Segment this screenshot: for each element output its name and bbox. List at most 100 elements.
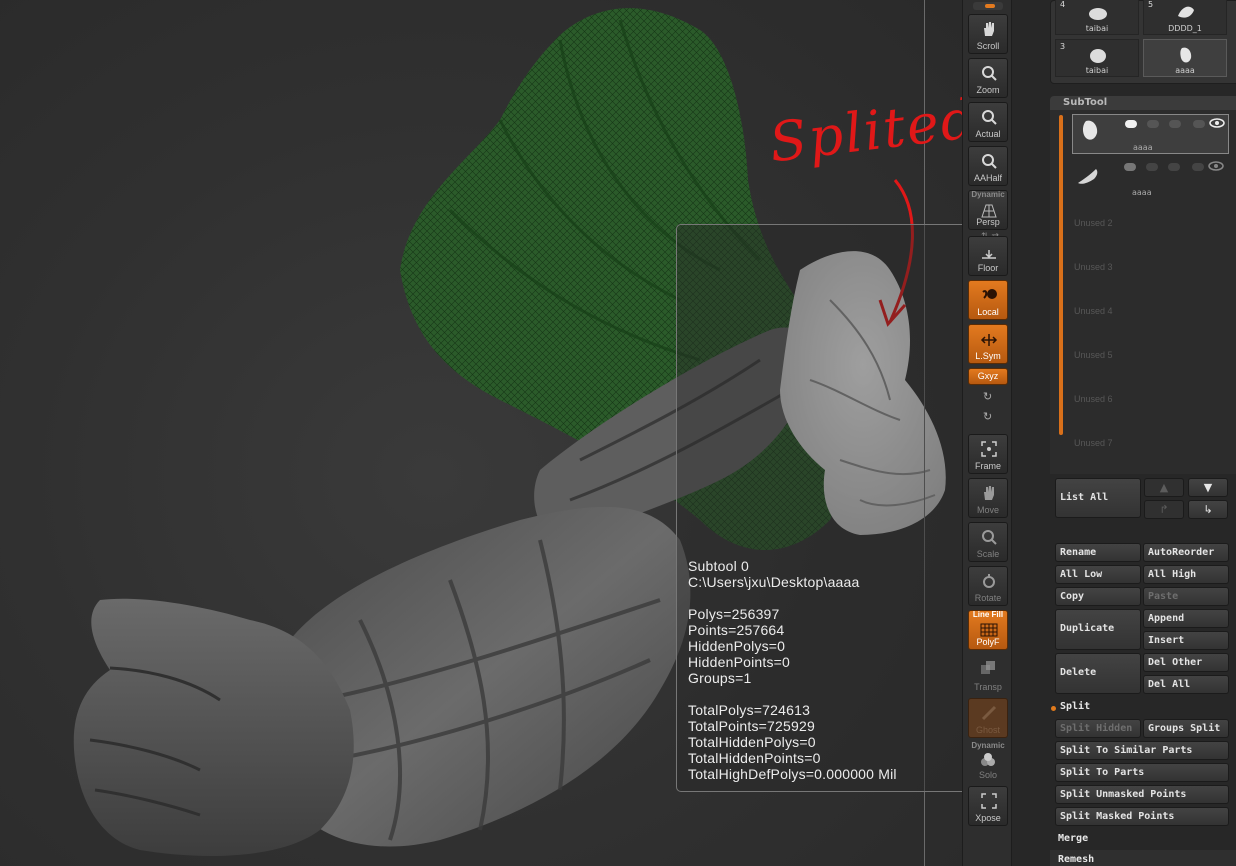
persp-button[interactable]: Dynamic Persp xyxy=(968,190,1008,230)
info-hidden-points: HiddenPoints=0 xyxy=(688,654,791,670)
info-total-polys: TotalPolys=724613 xyxy=(688,702,811,718)
model-thumbnail-icon xyxy=(1078,169,1098,184)
material-icon[interactable] xyxy=(1146,163,1158,171)
subtool-slot-unused[interactable]: Unused 3 xyxy=(1074,262,1113,272)
del-other-button[interactable]: Del Other xyxy=(1143,653,1229,672)
subtool-slot-unused[interactable]: Unused 5 xyxy=(1074,350,1113,360)
frame-icon xyxy=(981,441,997,457)
transp-button[interactable]: Transp xyxy=(968,654,1008,694)
floor-button[interactable]: Floor xyxy=(968,236,1008,276)
scroll-button[interactable]: Scroll xyxy=(968,14,1008,54)
info-total-points: TotalPoints=725929 xyxy=(688,718,815,734)
move-up-button[interactable]: ▲ xyxy=(1144,478,1184,497)
solo-button[interactable]: Dynamic Solo xyxy=(968,741,1008,782)
floor-icon xyxy=(982,250,996,259)
material-icon[interactable] xyxy=(1147,120,1159,128)
split-unmasked-points-button[interactable]: Split Unmasked Points xyxy=(1055,785,1229,804)
all-low-button[interactable]: All Low xyxy=(1055,565,1141,584)
aahalf-button[interactable]: AAHalf xyxy=(968,146,1008,186)
dynamesh-icon[interactable] xyxy=(1169,120,1181,128)
list-all-button[interactable]: List All xyxy=(1055,478,1141,518)
lsym-button[interactable]: L.Sym xyxy=(968,324,1008,364)
info-groups: Groups=1 xyxy=(688,670,752,686)
xpose-icon xyxy=(981,793,997,809)
subtool-item[interactable]: aaaa xyxy=(1072,158,1229,198)
info-hidden-polys: HiddenPolys=0 xyxy=(688,638,786,654)
model-thumbnail-icon xyxy=(1180,47,1192,63)
magnifier-icon xyxy=(982,110,997,125)
move-icon xyxy=(984,486,994,500)
info-total-highdef: TotalHighDefPolys=0.000000 Mil xyxy=(688,766,897,782)
split-section-label[interactable]: Split xyxy=(1060,701,1090,712)
groups-split-button[interactable]: Groups Split xyxy=(1143,719,1229,738)
symmetry-icon xyxy=(980,334,998,346)
info-subtool: Subtool 0 xyxy=(688,558,749,574)
split-masked-points-button[interactable]: Split Masked Points xyxy=(1055,807,1229,826)
polypaint-icon[interactable] xyxy=(1125,120,1137,128)
model-thumbnail-icon xyxy=(1082,120,1098,140)
subtool-header[interactable]: SubTool xyxy=(1050,96,1236,110)
info-text: Subtool 0 C:\Users\jxu\Desktop\aaaa Poly… xyxy=(688,558,897,782)
split-to-parts-button[interactable]: Split To Parts xyxy=(1055,763,1229,782)
model-thumbnail-icon xyxy=(1090,49,1106,63)
zoom-button[interactable]: Zoom xyxy=(968,58,1008,98)
duplicate-button[interactable]: Duplicate xyxy=(1055,609,1141,650)
move-to-bottom-button[interactable]: ↳ xyxy=(1188,500,1228,519)
tool-thumb-selected[interactable]: aaaa xyxy=(1143,39,1227,77)
spix-slider-handle[interactable] xyxy=(985,4,995,8)
actual-button[interactable]: Actual xyxy=(968,102,1008,142)
info-path: C:\Users\jxu\Desktop\aaaa xyxy=(688,574,860,590)
hand-icon xyxy=(984,22,994,36)
subtool-slot-unused[interactable]: Unused 4 xyxy=(1074,306,1113,316)
subtool-slot-unused[interactable]: Unused 7 xyxy=(1074,438,1113,448)
info-polys: Polys=256397 xyxy=(688,606,780,622)
ghost-icon xyxy=(981,705,997,721)
local-button[interactable]: Local xyxy=(968,280,1008,320)
eye-icon[interactable] xyxy=(1208,160,1224,172)
ghost-button[interactable]: Ghost xyxy=(968,698,1008,738)
move-button[interactable]: Move xyxy=(968,478,1008,518)
model-thumbnail-icon xyxy=(1089,8,1107,20)
subtool-scrollbar[interactable] xyxy=(1059,115,1063,435)
paste-button[interactable]: Paste xyxy=(1143,587,1229,606)
polypaint-icon[interactable] xyxy=(1124,163,1136,171)
shelf-spix-slider[interactable] xyxy=(973,2,1003,10)
del-all-button[interactable]: Del All xyxy=(1143,675,1229,694)
split-hidden-button[interactable]: Split Hidden xyxy=(1055,719,1141,738)
scale-button[interactable]: Scale xyxy=(968,522,1008,562)
dynamesh-icon[interactable] xyxy=(1168,163,1180,171)
info-total-hidden-polys: TotalHiddenPolys=0 xyxy=(688,734,816,750)
tool-thumb[interactable]: 4 taibai xyxy=(1055,0,1139,35)
xyz-button[interactable]: Gxyz xyxy=(968,368,1008,385)
eye-icon[interactable] xyxy=(1209,117,1225,129)
subtool-slot-unused[interactable]: Unused 2 xyxy=(1074,218,1113,228)
rotate-z-icon[interactable]: ↻ xyxy=(983,410,992,423)
model-thumbnail-icon xyxy=(1178,6,1194,18)
delete-button[interactable]: Delete xyxy=(1055,653,1141,694)
move-to-button[interactable]: ↱ xyxy=(1144,500,1184,519)
subtool-item-active[interactable]: aaaa xyxy=(1072,114,1229,154)
remesh-section-label[interactable]: Remesh xyxy=(1058,854,1094,865)
split-to-similar-parts-button[interactable]: Split To Similar Parts xyxy=(1055,741,1229,760)
brush-icon[interactable] xyxy=(1192,163,1204,171)
merge-section-label[interactable]: Merge xyxy=(1058,833,1088,844)
rotate-button[interactable]: Rotate xyxy=(968,566,1008,606)
polyf-button[interactable]: Line Fill PolyF xyxy=(968,610,1008,650)
info-points: Points=257664 xyxy=(688,622,785,638)
append-button[interactable]: Append xyxy=(1143,609,1229,628)
subtool-slot-unused[interactable]: Unused 6 xyxy=(1074,394,1113,404)
split-section-dot xyxy=(1051,706,1056,711)
copy-button[interactable]: Copy xyxy=(1055,587,1141,606)
tool-thumb[interactable]: 5 DDDD_1 xyxy=(1143,0,1227,35)
move-down-button[interactable]: ▼ xyxy=(1188,478,1228,497)
frame-button[interactable]: Frame xyxy=(968,434,1008,474)
brush-icon[interactable] xyxy=(1193,120,1205,128)
rename-button[interactable]: Rename xyxy=(1055,543,1141,562)
insert-button[interactable]: Insert xyxy=(1143,631,1229,650)
xpose-button[interactable]: Xpose xyxy=(968,786,1008,826)
scale-icon xyxy=(982,530,997,545)
tool-thumb[interactable]: 3 taibai xyxy=(1055,39,1139,77)
autoreorder-button[interactable]: AutoReorder xyxy=(1143,543,1229,562)
rotate-y-icon[interactable]: ↻ xyxy=(983,390,992,403)
all-high-button[interactable]: All High xyxy=(1143,565,1229,584)
